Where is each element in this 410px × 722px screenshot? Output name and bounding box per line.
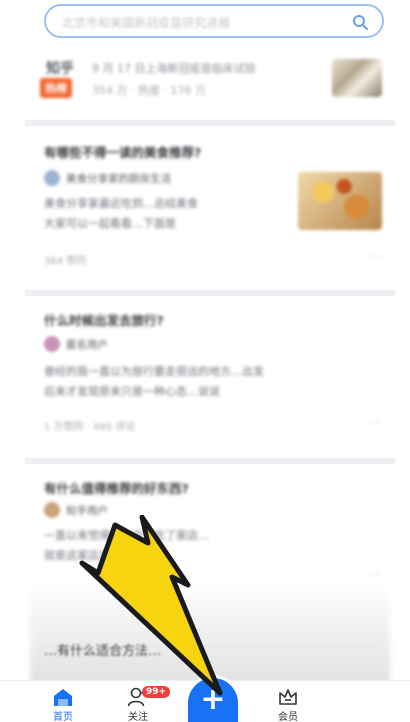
author-row[interactable]: 美食分享家的厨房生活 — [44, 170, 171, 186]
answer-meta: 364 赞同 — [44, 256, 87, 267]
question-title[interactable]: 有哪些不得一读的美食推荐? — [44, 142, 201, 161]
hot-title: 9 月 17 日上海新冠疫苗临床试验 — [92, 62, 256, 75]
divider — [25, 290, 395, 296]
hot-list-card[interactable]: 知乎 热榜 9 月 17 日上海新冠疫苗临床试验 354 万 · 热度 · 17… — [30, 55, 390, 115]
excerpt-line: 美食分享家最近吃到…总结美食 — [44, 197, 198, 210]
hot-thumbnail — [332, 59, 382, 97]
avatar — [44, 170, 60, 186]
more-options-icon[interactable]: ··· — [368, 250, 382, 264]
excerpt-line: 后来才发现原来只是一种心态…说说 — [44, 385, 220, 398]
tab-home-label: 首页 — [53, 712, 73, 722]
pointer-arrow-icon — [79, 515, 223, 696]
tab-member-label: 会员 — [278, 712, 298, 722]
question-title[interactable]: 有什么值得推荐的好东西? — [44, 478, 189, 497]
hot-meta: 354 万 · 热度 · 176 万 — [92, 84, 206, 97]
feed-card[interactable]: 有哪些不得一读的美食推荐? 美食分享家的厨房生活 美食分享家最近吃到…总结美食 … — [30, 130, 390, 285]
author-name: 美食分享家的厨房生活 — [66, 172, 171, 185]
more-options-icon[interactable]: ··· — [368, 568, 382, 582]
author-name: 匿名用户 — [66, 338, 108, 351]
search-input[interactable]: 北京市和美国新冠疫苗研究进展 — [44, 4, 384, 38]
author-row[interactable]: 匿名用户 — [44, 336, 108, 352]
excerpt-line: 曾经的我一直以为旅行要走很远的地方…出发 — [44, 365, 264, 378]
avatar — [44, 502, 60, 518]
crown-icon — [279, 689, 297, 705]
zhihu-logo: 知乎 — [46, 61, 74, 77]
hot-badge: 热榜 — [40, 78, 72, 98]
tab-member[interactable]: 会员 — [258, 685, 318, 722]
divider — [25, 458, 395, 464]
answer-thumbnail — [298, 172, 382, 230]
tab-follow-label: 关注 — [128, 712, 148, 722]
divider — [25, 120, 395, 126]
excerpt-line: 大家可以一起看看…下面是 — [44, 217, 176, 230]
more-options-icon[interactable]: ··· — [368, 416, 382, 430]
answer-meta: 1 万赞同 · 485 评论 — [44, 422, 136, 433]
feed-card[interactable]: 什么时候出发去旅行? 匿名用户 曾经的我一直以为旅行要走很远的地方…出发 后来才… — [30, 300, 390, 450]
search-icon[interactable] — [352, 14, 368, 30]
search-placeholder: 北京市和美国新冠疫苗研究进展 — [62, 16, 231, 30]
avatar — [44, 336, 60, 352]
question-title[interactable]: 什么时候出发去旅行? — [44, 310, 164, 329]
